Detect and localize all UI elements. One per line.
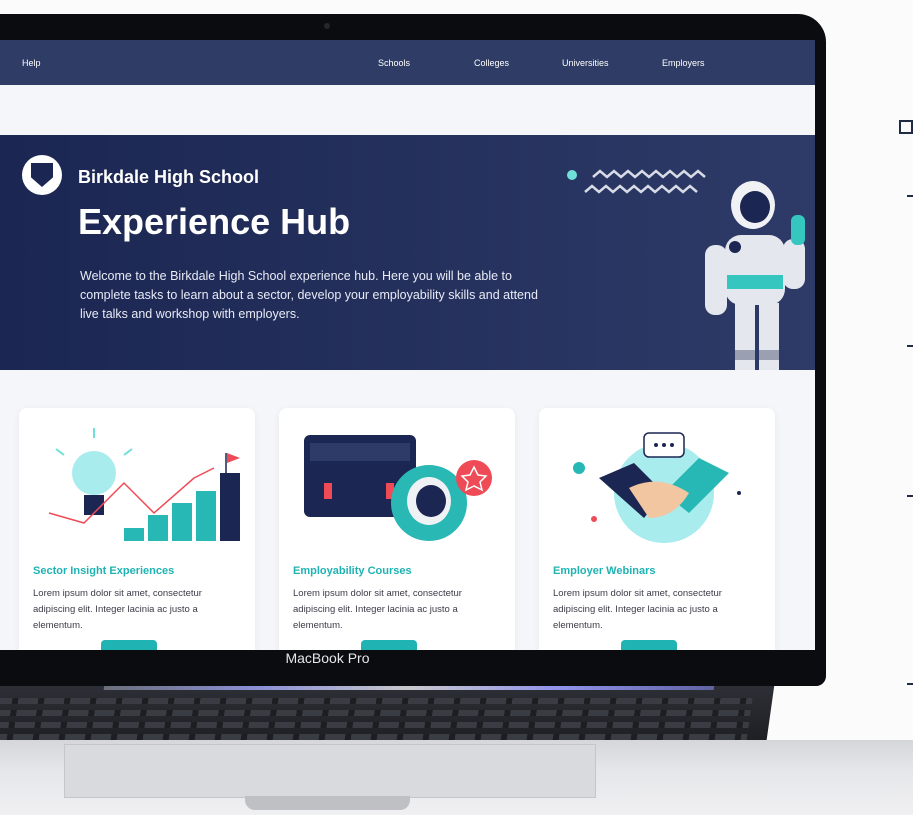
top-nav: Help Schools Colleges Universities Emplo…: [0, 40, 815, 85]
handshake-icon: [573, 432, 741, 543]
side-dash-decoration: [907, 195, 913, 197]
help-link[interactable]: Help: [22, 58, 41, 68]
nav-link-colleges[interactable]: Colleges: [474, 58, 509, 68]
side-dash-decoration: [907, 683, 913, 685]
hero-intro-text: Welcome to the Birkdale High School expe…: [80, 269, 538, 321]
briefcase-astronaut-icon: [304, 435, 492, 541]
card-button[interactable]: [101, 640, 157, 650]
card-employability-courses[interactable]: Employability Courses Lorem ipsum dolor …: [279, 408, 515, 650]
side-dash-decoration: [907, 495, 913, 497]
touch-bar: [103, 686, 715, 690]
nav-link-employers[interactable]: Employers: [662, 58, 705, 68]
side-dash-decoration: [907, 345, 913, 347]
card-description: Lorem ipsum dolor sit amet, consectetur …: [293, 588, 462, 631]
camera: [324, 23, 330, 29]
keyboard: [0, 686, 775, 746]
card-button[interactable]: [361, 640, 417, 650]
trackpad: [64, 744, 596, 798]
nav-link-universities[interactable]: Universities: [562, 58, 609, 68]
school-name: Birkdale High School: [78, 167, 260, 187]
card-description: Lorem ipsum dolor sit amet, consectetur …: [33, 588, 202, 631]
card-description: Lorem ipsum dolor sit amet, consectetur …: [553, 588, 722, 631]
lightbulb-growth-chart-icon: [48, 428, 240, 541]
hero-banner: Birkdale High School Experience Hub Welc…: [0, 135, 815, 370]
school-crest-logo: [22, 155, 62, 195]
card-employer-webinars[interactable]: Employer Webinars Lorem ipsum dolor sit …: [539, 408, 775, 650]
device-label: MacBook Pro: [285, 650, 370, 666]
lid-notch: [245, 796, 410, 810]
card-button[interactable]: [621, 640, 677, 650]
page-title: Experience Hub: [78, 201, 351, 242]
side-square-decoration: [899, 120, 913, 134]
card-title[interactable]: Employability Courses: [293, 565, 412, 577]
browser-screen: Help Schools Colleges Universities Emplo…: [0, 40, 815, 650]
card-title[interactable]: Sector Insight Experiences: [33, 565, 174, 577]
card-sector-insight[interactable]: Sector Insight Experiences Lorem ipsum d…: [19, 408, 255, 650]
nav-link-schools[interactable]: Schools: [378, 58, 410, 68]
zigzag-decoration-icon: [567, 169, 706, 194]
astronaut-illustration-icon: [705, 181, 805, 370]
macbook-device: Help Schools Colleges Universities Emplo…: [0, 0, 913, 815]
card-title[interactable]: Employer Webinars: [553, 565, 656, 577]
